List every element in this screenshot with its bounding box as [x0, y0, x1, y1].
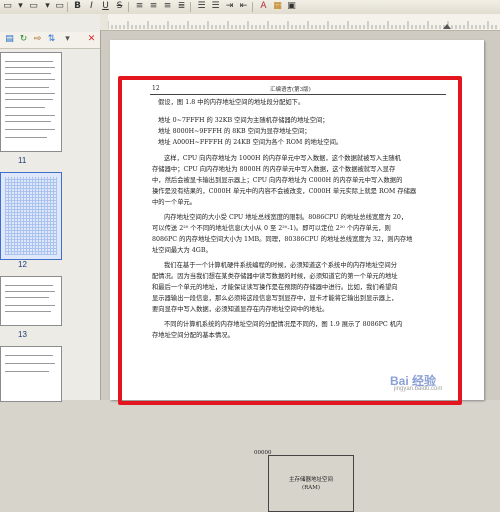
- ruler-corner: [100, 14, 108, 31]
- pages-icon[interactable]: ▤: [4, 34, 15, 45]
- size-dropdown-icon[interactable]: ▾: [42, 1, 53, 12]
- underline-button[interactable]: U: [100, 1, 111, 12]
- outdent-icon[interactable]: ⇤: [238, 1, 249, 12]
- watermark-url: jingyan.baidu.com: [394, 386, 443, 392]
- highlight-icon[interactable]: ▦: [272, 1, 283, 12]
- export-icon[interactable]: ⇨: [32, 34, 43, 45]
- list-icon[interactable]: ☰: [196, 1, 207, 12]
- indent-icon[interactable]: ⇥: [224, 1, 235, 12]
- formatting-toolbar: ▭ ▾ ▭ ▾ ▭ B I U S ≡ ≡ ≡ ≣ ☰ ☰ ⇥ ⇤ A ▦ ▣: [0, 0, 500, 15]
- bold-button[interactable]: B: [72, 1, 83, 12]
- align-left-icon[interactable]: ≡: [134, 1, 145, 12]
- page-thumbnail-selected[interactable]: [0, 172, 62, 260]
- style-icon[interactable]: ▭: [2, 1, 13, 12]
- size-box2-icon[interactable]: ▭: [54, 1, 65, 12]
- close-icon[interactable]: ✕: [86, 34, 97, 45]
- refresh-icon[interactable]: ↻: [18, 34, 29, 45]
- options-icon[interactable]: ▾: [62, 34, 73, 45]
- align-center-icon[interactable]: ≡: [148, 1, 159, 12]
- size-box-icon[interactable]: ▭: [28, 1, 39, 12]
- align-right-icon[interactable]: ≡: [162, 1, 173, 12]
- font-dropdown-icon[interactable]: ▾: [15, 1, 26, 12]
- border-icon[interactable]: ▣: [286, 1, 297, 12]
- memory-diagram-box: 主存储器地址空间 (RAM): [268, 455, 354, 512]
- italic-button[interactable]: I: [86, 1, 97, 12]
- page-thumbnail[interactable]: [0, 276, 62, 326]
- diagram-sublabel: (RAM): [301, 485, 321, 491]
- toolbar-separator: [128, 2, 129, 12]
- watermark: Bai 经验 jingyan.baidu.com: [390, 372, 490, 394]
- numbered-list-icon[interactable]: ☰: [210, 1, 221, 12]
- page-thumbnail[interactable]: [0, 346, 62, 402]
- toolbar-separator: [67, 2, 68, 12]
- strikethrough-button[interactable]: S: [114, 1, 125, 12]
- horizontal-ruler[interactable]: [108, 14, 500, 31]
- page-thumbnail[interactable]: [0, 52, 62, 152]
- thumbnail-page-number: 11: [18, 156, 27, 165]
- sort-icon[interactable]: ⇅: [46, 34, 57, 45]
- toolbar-separator: [252, 2, 253, 12]
- justify-icon[interactable]: ≣: [176, 1, 187, 12]
- font-color-icon[interactable]: A: [258, 1, 269, 12]
- thumbnail-page-number: 13: [18, 330, 27, 339]
- panel-toolbar: ▤ ↻ ⇨ ⇅ ▾ ✕: [0, 32, 100, 49]
- diagram-label: 主存储器地址空间: [288, 477, 333, 483]
- thumbnail-page-number: 12: [18, 260, 27, 269]
- toolbar-separator: [190, 2, 191, 12]
- highlight-rectangle: [118, 76, 462, 405]
